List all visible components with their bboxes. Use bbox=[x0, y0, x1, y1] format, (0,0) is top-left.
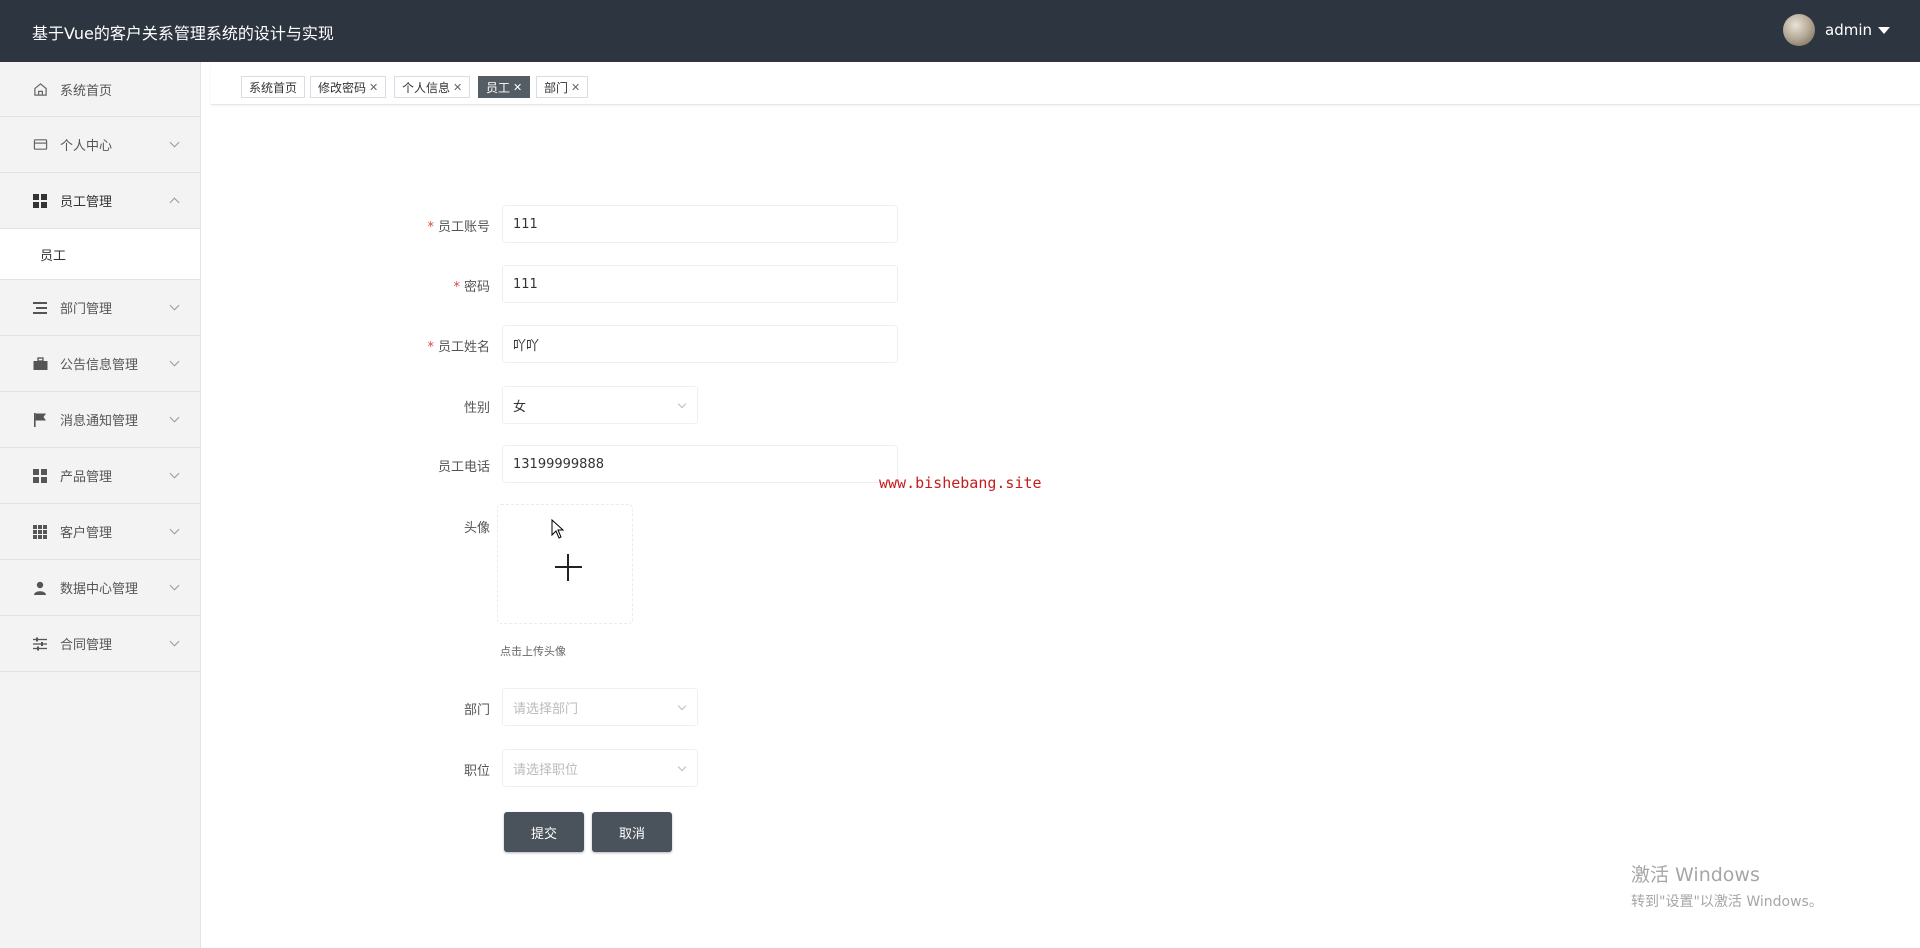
sidebar-item-label: 个人中心 bbox=[60, 139, 113, 154]
avatar[interactable] bbox=[1783, 14, 1815, 46]
name-label: * 员工姓名 bbox=[427, 340, 490, 355]
sidebar-item-label: 产品管理 bbox=[60, 470, 113, 485]
required-mark: * bbox=[427, 220, 434, 235]
app-title: 基于Vue的客户关系管理系统的设计与实现 bbox=[32, 24, 334, 43]
chevron-down-icon bbox=[169, 580, 180, 591]
user-icon bbox=[32, 580, 48, 596]
username[interactable]: admin bbox=[1825, 21, 1872, 39]
upload-hint: 点击上传头像 bbox=[500, 645, 566, 658]
chevron-down-icon bbox=[169, 137, 180, 148]
mouse-cursor-icon bbox=[551, 518, 565, 543]
password-label: * 密码 bbox=[453, 280, 490, 295]
chevron-down-icon bbox=[169, 636, 180, 647]
chevron-down-icon bbox=[169, 356, 180, 367]
sidebar-item-data-center-management[interactable]: 数据中心管理 bbox=[0, 560, 200, 616]
sidebar-item-label: 客户管理 bbox=[60, 526, 113, 541]
chevron-down-icon bbox=[169, 524, 180, 535]
chevron-up-icon bbox=[169, 197, 180, 208]
phone-field[interactable]: 13199999888 bbox=[502, 445, 898, 483]
wallet-icon bbox=[32, 137, 48, 153]
chevron-down-icon bbox=[169, 412, 180, 423]
tab-label: 个人信息 bbox=[402, 80, 451, 95]
sliders-icon bbox=[32, 636, 48, 652]
submit-button[interactable]: 提交 bbox=[504, 812, 584, 852]
tab-label: 修改密码 bbox=[318, 80, 367, 95]
sidebar-item-label: 数据中心管理 bbox=[60, 582, 139, 597]
top-header: 基于Vue的客户关系管理系统的设计与实现 admin bbox=[0, 0, 1920, 62]
sidebar-item-personal-center[interactable]: 个人中心 bbox=[0, 117, 200, 173]
name-field[interactable]: 吖吖 bbox=[502, 325, 898, 363]
activate-subtitle: 转到"设置"以激活 Windows。 bbox=[1631, 894, 1823, 910]
flag-icon bbox=[32, 412, 48, 428]
sidebar-subitem-label: 员工 bbox=[40, 248, 67, 264]
home-icon bbox=[32, 81, 48, 97]
sidebar-item-label: 员工管理 bbox=[60, 195, 113, 210]
sidebar-item-customer-management[interactable]: 客户管理 bbox=[0, 504, 200, 560]
sidebar-item-department-management[interactable]: 部门管理 bbox=[0, 280, 200, 336]
apps-icon bbox=[32, 524, 48, 540]
windows-activation-notice: 激活 Windows 转到"设置"以激活 Windows。 bbox=[1631, 860, 1823, 911]
chevron-down-icon bbox=[169, 468, 180, 479]
activate-title: 激活 Windows bbox=[1631, 864, 1760, 886]
cancel-button[interactable]: 取消 bbox=[592, 812, 672, 852]
sidebar-item-label: 部门管理 bbox=[60, 302, 113, 317]
grid-icon bbox=[32, 468, 48, 484]
tab-label: 系统首页 bbox=[249, 80, 298, 95]
tab-label: 部门 bbox=[544, 80, 569, 95]
avatar-label: 头像 bbox=[463, 521, 490, 536]
sidebar-item-home[interactable]: 系统首页 bbox=[0, 62, 200, 117]
list-icon bbox=[32, 300, 48, 316]
site-watermark: www.bishebang.site bbox=[879, 474, 1042, 492]
plus-icon-vertical bbox=[567, 554, 569, 581]
close-icon[interactable]: ✕ bbox=[453, 81, 462, 94]
department-placeholder: 请选择部门 bbox=[513, 701, 579, 717]
department-select[interactable]: 请选择部门 bbox=[502, 688, 698, 726]
required-mark: * bbox=[427, 340, 434, 355]
sidebar-item-notice-management[interactable]: 公告信息管理 bbox=[0, 336, 200, 392]
sidebar-subitem-employee[interactable]: 员工 bbox=[0, 228, 200, 280]
tabs-bar: 系统首页 修改密码 ✕ 个人信息 ✕ 员工 ✕ 部门 ✕ bbox=[211, 62, 1920, 105]
tab-employee[interactable]: 员工 ✕ bbox=[478, 76, 531, 98]
gender-value: 女 bbox=[513, 399, 527, 415]
position-placeholder: 请选择职位 bbox=[513, 762, 579, 778]
sidebar-item-contract-management[interactable]: 合同管理 bbox=[0, 616, 200, 672]
tab-label: 员工 bbox=[486, 80, 511, 95]
grid-icon bbox=[32, 193, 48, 209]
close-icon[interactable]: ✕ bbox=[369, 81, 378, 94]
sidebar-item-message-management[interactable]: 消息通知管理 bbox=[0, 392, 200, 448]
close-icon[interactable]: ✕ bbox=[571, 81, 580, 94]
gender-label: 性别 bbox=[463, 401, 490, 416]
sidebar-item-employee-management[interactable]: 员工管理 bbox=[0, 173, 200, 228]
caret-down-icon[interactable] bbox=[1878, 26, 1890, 34]
sidebar-item-product-management[interactable]: 产品管理 bbox=[0, 448, 200, 504]
account-field[interactable]: 111 bbox=[502, 205, 898, 243]
chevron-down-icon bbox=[169, 300, 180, 311]
phone-label: 员工电话 bbox=[437, 460, 490, 475]
tab-system-home[interactable]: 系统首页 bbox=[241, 76, 306, 98]
required-mark: * bbox=[453, 280, 460, 295]
password-field[interactable]: 111 bbox=[502, 265, 898, 303]
user-menu[interactable]: admin bbox=[1783, 14, 1890, 46]
gender-select[interactable]: 女 bbox=[502, 386, 698, 424]
chevron-down-icon bbox=[677, 762, 687, 772]
avatar-upload[interactable] bbox=[497, 504, 633, 624]
sidebar-item-label: 公告信息管理 bbox=[60, 358, 139, 373]
department-label: 部门 bbox=[463, 703, 490, 718]
sidebar: 系统首页 个人中心 员工管理 员工 部门管理 公告信息管理 消息通知管理 产品管… bbox=[0, 62, 201, 948]
chevron-down-icon bbox=[677, 399, 687, 409]
position-label: 职位 bbox=[463, 764, 490, 779]
tab-personal-info[interactable]: 个人信息 ✕ bbox=[394, 76, 471, 98]
briefcase-icon bbox=[32, 356, 48, 372]
close-icon[interactable]: ✕ bbox=[513, 81, 522, 94]
tab-department[interactable]: 部门 ✕ bbox=[536, 76, 589, 98]
sidebar-item-label: 合同管理 bbox=[60, 638, 113, 653]
account-label: * 员工账号 bbox=[427, 220, 490, 235]
tab-change-password[interactable]: 修改密码 ✕ bbox=[310, 76, 387, 98]
chevron-down-icon bbox=[677, 701, 687, 711]
position-select[interactable]: 请选择职位 bbox=[502, 749, 698, 787]
sidebar-item-label: 系统首页 bbox=[60, 83, 113, 99]
sidebar-item-label: 消息通知管理 bbox=[60, 414, 139, 429]
